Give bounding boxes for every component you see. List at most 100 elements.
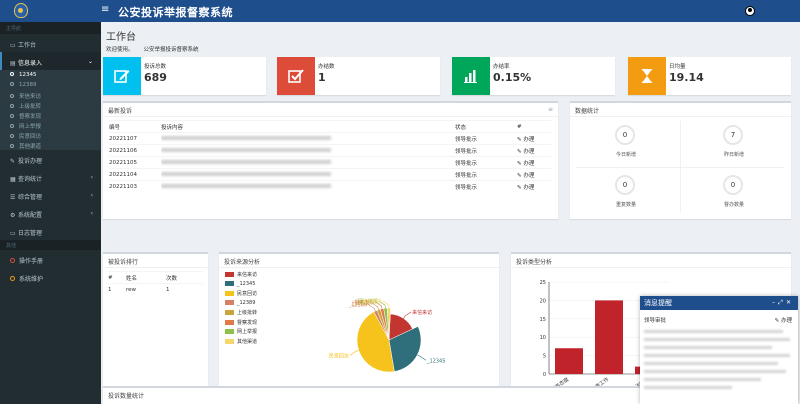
legend-label: 督察发现 [237,319,258,326]
sidebar-subitem-online[interactable]: 网上举报 [0,120,101,130]
stat-value: 0 [615,175,635,195]
sidebar-subitem-12345[interactable]: 12345 [0,70,101,80]
popup-title: 消息提醒 [644,299,672,307]
document-icon: ▭ [10,230,16,237]
sidebar-item-label: 信息录入 [18,60,43,67]
sidebar-subitem-letters[interactable]: 来信来访 [0,90,101,100]
edit-icon: ✎ [517,172,522,179]
menu-icon[interactable]: ≡ [548,106,553,113]
legend-swatch [225,291,234,296]
circle-icon [10,134,14,138]
pie-label-line [417,354,427,361]
sidebar-item-general-mgmt[interactable]: ☰ 综合管理 ‹ [0,186,101,204]
info-box-total: 投诉总数 689 [103,57,266,95]
sidebar-item-manual[interactable]: 操作手册 [0,250,101,268]
sidebar-subitem-other[interactable]: 其他渠道 [0,140,101,150]
complaint-status: 领导批示 [455,132,517,145]
sidebar-subitem-revisit[interactable]: 民意回访 [0,130,101,140]
menu-toggle-icon[interactable]: ≡ [101,4,109,15]
legend-label: 上级批转 [237,310,258,316]
table-header-row: # 姓名 次数 [108,271,203,284]
stat-value: 0 [723,175,743,195]
close-icon[interactable]: ✕ [786,299,794,306]
app-title: 公安投诉举报督察系统 [118,6,233,19]
table-row[interactable]: 20221106 领导批示 ✎ 办理 [109,144,551,157]
welcome-text: 欢迎使用。 公安举报投诉督察系统 [106,45,209,53]
handle-button[interactable]: ✎ 办理 [517,168,551,181]
handle-button[interactable]: ✎ 办理 [517,156,551,169]
info-box-value: 1 [318,71,326,84]
hourglass-icon [628,57,666,95]
welcome-label: 欢迎使用。 [106,47,134,53]
count-stats-title: 投诉数量统计 [108,393,145,400]
circle-icon [10,82,14,86]
sidebar-item-maintenance[interactable]: 系统维护 [0,268,101,286]
circle-icon [10,258,15,263]
info-box-label: 办结率 [493,64,510,70]
legend-swatch [225,329,234,334]
table-row[interactable]: 20221103 领导批示 ✎ 办理 [109,180,551,193]
sidebar-item-label: 查询统计 [18,176,43,183]
source-analysis-title: 投诉来源分析 [224,259,261,266]
info-box-value: 0.15% [493,71,532,84]
handle-button[interactable]: ✎ 办理 [517,144,551,157]
legend-swatch [225,272,234,277]
maximize-icon[interactable]: ⤢ [778,299,786,306]
sidebar-subitem-12389[interactable]: 12389 [0,80,101,90]
complaint-content [161,180,455,193]
recent-complaints-box: 最新投诉 ≡ 编号 投诉内容 状态 # 20221107 领导批示 ✎ 办理 202… [103,101,558,219]
column-header: 次数 [166,271,203,284]
legend-swatch [225,310,234,315]
sidebar-header: 主导航 [0,22,101,34]
sidebar-item-complaint-handling[interactable]: ✎ 投诉办理 [0,150,101,168]
chevron-down-icon: ⌄ [87,58,93,65]
sidebar-item-workbench[interactable]: ▭ 工作台 [0,34,101,52]
circle-icon [10,94,14,98]
table-row[interactable]: 20221107 领导批示 ✎ 办理 [109,132,551,145]
stat-value: 7 [723,125,743,145]
table-row[interactable]: 20221104 领导批示 ✎ 办理 [109,168,551,181]
pie-label: 来信来访 [412,309,432,316]
bar-chart-icon [452,57,490,95]
y-tick-label: 10 [540,335,546,341]
bar[interactable] [595,300,623,374]
circle-icon [10,144,14,148]
sidebar-item-label: 系统维护 [19,276,44,283]
table-row[interactable]: 1 rew 1 [108,283,203,296]
ranking-box: 被投诉排行 # 姓名 次数 1 rew 1 [103,252,208,397]
edit-icon: ✎ [517,136,522,143]
info-box-value: 19.14 [669,71,704,84]
handle-button[interactable]: ✎ 办理 [517,132,551,145]
bar[interactable] [555,348,583,374]
edit-icon: ✎ [517,184,522,191]
info-box-completed: 办结数 1 [277,57,440,95]
table-row[interactable]: 20221105 领导批示 ✎ 办理 [109,156,551,169]
sidebar-item-query-stats[interactable]: ▦ 查询统计 ‹ [0,168,101,186]
user-avatar-icon[interactable] [745,6,755,16]
divider [103,116,558,117]
sidebar-item-system-config[interactable]: ⚙ 系统配置 ‹ [0,204,101,222]
edit-icon: ✎ [774,318,780,324]
page-title: 工作台 [106,32,136,43]
sidebar-subitem-label: 12345 [19,72,37,78]
info-box-daily-avg: 日均量 19.14 [628,57,791,95]
count: 1 [166,283,203,296]
sidebar-item-label: 工作台 [18,42,37,49]
data-stats-title: 数据统计 [575,108,600,115]
sidebar-subitem-label: 上级批转 [19,104,42,110]
legend-label: 其他渠道 [237,338,258,345]
legend-label: _12389 [237,299,256,306]
handle-label: 办理 [523,160,535,167]
handle-button[interactable]: ✎ 办理 [517,180,551,193]
sidebar-subitem-superior[interactable]: 上级批转 [0,100,101,110]
sidebar-item-info-entry[interactable]: ▤ 信息录入 ⌄ [0,52,101,70]
stat-label: 昨日新增 [723,152,744,158]
complaint-id: 20221103 [109,180,161,193]
complaint-id: 20221107 [109,132,161,145]
sidebar-subitem-label: 网上举报 [19,124,42,130]
sidebar-subitem-inspection[interactable]: 督察发现 [0,110,101,120]
sidebar-item-log-mgmt[interactable]: ▭ 日志管理 [0,222,101,240]
popup-handle-button[interactable]: ✎ 办理 [775,316,792,324]
circle-icon [10,72,14,76]
sidebar-item-label: 系统配置 [18,212,43,219]
